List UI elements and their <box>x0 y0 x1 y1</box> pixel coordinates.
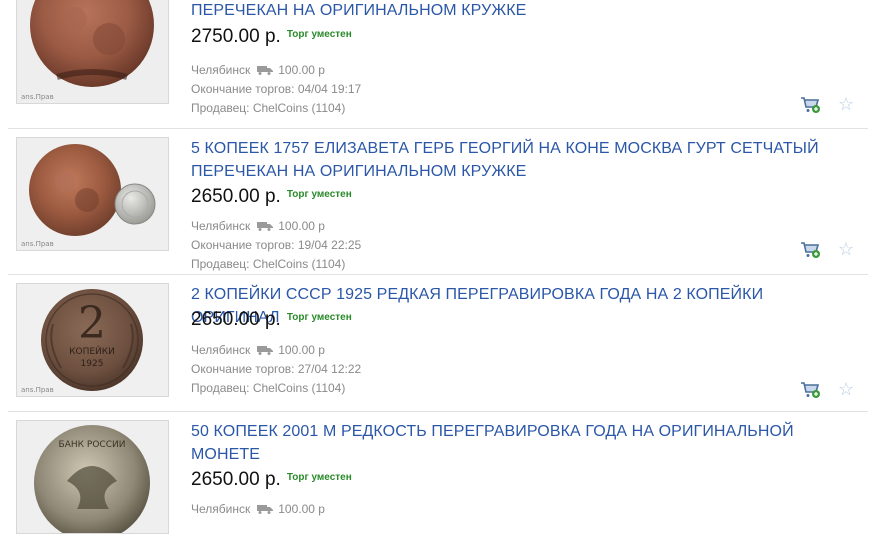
location-shipping: Челябинск 100.00 р <box>191 502 325 516</box>
price: 2750.00 р. <box>191 26 281 47</box>
listing-title-link[interactable]: 5 КОПЕЕК 1757 ЕЛИЗАВЕТА ГЕРБ ГЕОРГИЙ НА … <box>191 137 831 183</box>
shipping-cost: 100.00 р <box>278 343 325 357</box>
coin-denomination: 2 <box>78 298 106 349</box>
listing-item: 2 КОПЕЙКИ 1925 ans.Прав 2 КОПЕЙКИ СССР 1… <box>8 275 868 412</box>
delivery-truck-icon <box>257 66 274 75</box>
haggle-badge: Торг уместен <box>286 312 352 323</box>
listing-actions: ☆ <box>800 95 860 116</box>
city: Челябинск <box>191 343 251 357</box>
coin-year: 1925 <box>81 359 104 369</box>
price: 2650.00 р. <box>191 186 281 207</box>
listing-photo[interactable]: 2 КОПЕЙКИ 1925 ans.Прав <box>16 283 169 397</box>
seller[interactable]: Продавец: ChelCoins (1104) <box>191 381 345 395</box>
seller[interactable]: Продавец: ChelCoins (1104) <box>191 101 345 115</box>
price-row: 2650.00 р. Торг уместен <box>191 186 352 208</box>
coin-image <box>17 138 168 250</box>
auction-end: Окончание торгов: 27/04 12:22 <box>191 362 362 376</box>
price-row: 2750.00 р. Торг уместен <box>191 26 352 48</box>
city: Челябинск <box>191 63 251 77</box>
listing-photo[interactable]: ans.Прав <box>16 137 169 251</box>
listing-item: БАНК РОССИИ 50 КОПЕЕК 2001 М РЕДКОСТЬ ПЕ… <box>8 412 868 557</box>
add-to-cart-icon[interactable] <box>800 381 820 399</box>
price: 2650.00 р. <box>191 469 281 490</box>
price-row: 2650.00 р. Торг уместен <box>191 309 352 331</box>
listing-actions: ☆ <box>800 240 860 261</box>
haggle-badge: Торг уместен <box>286 189 352 200</box>
favorite-star-icon[interactable]: ☆ <box>838 240 854 258</box>
location-shipping: Челябинск 100.00 р <box>191 63 325 77</box>
listing-photo[interactable]: БАНК РОССИИ <box>16 420 169 534</box>
delivery-truck-icon <box>257 222 274 231</box>
location-shipping: Челябинск 100.00 р <box>191 343 325 357</box>
watermark: ans.Прав <box>21 240 54 248</box>
auction-end: Окончание торгов: 19/04 22:25 <box>191 238 362 252</box>
city: Челябинск <box>191 502 251 516</box>
price: 2650.00 р. <box>191 309 281 330</box>
haggle-badge: Торг уместен <box>286 472 352 483</box>
delivery-truck-icon <box>257 346 274 355</box>
listing-photo[interactable]: ans.Прав <box>16 0 169 104</box>
coin-legend: БАНК РОССИИ <box>59 440 126 450</box>
watermark: ans.Прав <box>21 386 54 394</box>
coin-word: КОПЕЙКИ <box>69 345 115 357</box>
shipping-cost: 100.00 р <box>278 219 325 233</box>
auction-end: Окончание торгов: 04/04 19:17 <box>191 82 362 96</box>
price-row: 2650.00 р. Торг уместен <box>191 469 352 491</box>
coin-image <box>17 0 168 103</box>
listing-title-link[interactable]: 50 КОПЕЕК 2001 М РЕДКОСТЬ ПЕРЕГРАВИРОВКА… <box>191 420 831 466</box>
location-shipping: Челябинск 100.00 р <box>191 219 325 233</box>
haggle-badge: Торг уместен <box>286 29 352 40</box>
coin-image: БАНК РОССИИ <box>17 421 168 533</box>
listing-title-link[interactable]: 5 КОПЕЕК 1757 ЕЛИЗАВЕТА ГЕРБ ГЕОРГИЙ НА … <box>191 0 831 22</box>
add-to-cart-icon[interactable] <box>800 241 820 259</box>
watermark: ans.Прав <box>21 93 54 101</box>
city: Челябинск <box>191 219 251 233</box>
add-to-cart-icon[interactable] <box>800 96 820 114</box>
shipping-cost: 100.00 р <box>278 502 325 516</box>
favorite-star-icon[interactable]: ☆ <box>838 380 854 398</box>
shipping-cost: 100.00 р <box>278 63 325 77</box>
coin-image: 2 КОПЕЙКИ 1925 <box>17 284 168 396</box>
listing-actions: ☆ <box>800 380 860 401</box>
favorite-star-icon[interactable]: ☆ <box>838 95 854 113</box>
listing-item: ans.Прав 5 КОПЕЕК 1757 ЕЛИЗАВЕТА ГЕРБ ГЕ… <box>8 0 868 129</box>
listings-list: ans.Прав 5 КОПЕЕК 1757 ЕЛИЗАВЕТА ГЕРБ ГЕ… <box>0 0 891 557</box>
seller[interactable]: Продавец: ChelCoins (1104) <box>191 257 345 271</box>
listing-item: ans.Прав 5 КОПЕЕК 1757 ЕЛИЗАВЕТА ГЕРБ ГЕ… <box>8 129 868 275</box>
